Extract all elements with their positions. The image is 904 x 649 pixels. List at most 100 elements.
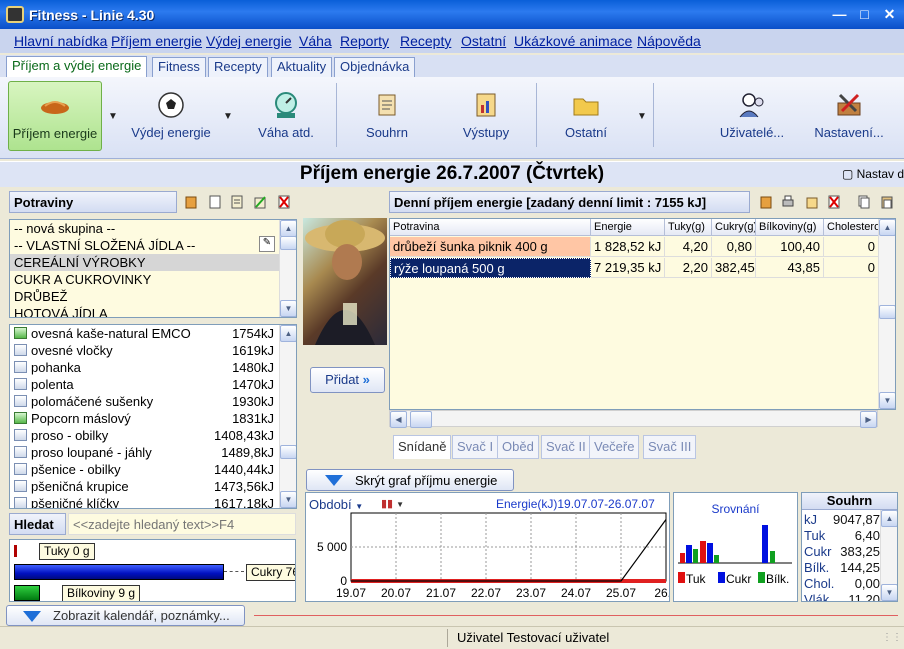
list-item[interactable]: polomáčené sušenky 1930kJ xyxy=(10,393,296,410)
edit-food-icon[interactable] xyxy=(254,195,266,209)
list-item[interactable]: polenta 1470kJ xyxy=(10,376,296,393)
scroll-down-icon[interactable]: ▼ xyxy=(280,491,296,508)
list-item[interactable]: proso loupané - jáhly 1489,8kJ xyxy=(10,444,296,461)
table-cell[interactable]: 100,40 xyxy=(756,237,824,257)
table-cell[interactable]: 4,20 xyxy=(665,237,712,257)
tab-svac-2[interactable]: Svač II xyxy=(541,435,591,459)
add-food-icon[interactable] xyxy=(185,195,197,209)
scroll-up-icon[interactable]: ▲ xyxy=(879,219,895,236)
food-list[interactable]: ovesná kaše-natural EMCO 1754kJ ovesné vl… xyxy=(9,324,297,509)
add-entry-icon[interactable] xyxy=(760,195,772,209)
table-hscrollbar[interactable]: ◀ ▶ xyxy=(389,410,878,428)
tab-aktuality[interactable]: Aktuality xyxy=(271,57,333,77)
list-item[interactable]: pšenice - obilky 1440,44kJ xyxy=(10,461,296,478)
delete-entry-icon[interactable] xyxy=(828,195,840,209)
menu-prijem-energie[interactable]: Příjem energie xyxy=(111,33,202,49)
delete-food-icon[interactable] xyxy=(278,195,290,209)
uzivatele-button[interactable]: Uživatelé... xyxy=(712,81,792,151)
copy-food-icon[interactable] xyxy=(231,195,243,209)
print-icon[interactable] xyxy=(782,195,794,209)
maximize-icon[interactable]: □ xyxy=(854,5,875,24)
tab-snidane[interactable]: Snídaně xyxy=(393,435,452,459)
food-group-list[interactable]: -- nová skupina -- -- VLASTNÍ SLOŽENÁ JÍ… xyxy=(9,219,297,318)
list-item[interactable]: HOTOVÁ JÍDLA xyxy=(10,305,296,317)
col-cholesterol[interactable]: Cholestero xyxy=(824,219,879,236)
table-scrollbar[interactable]: ▲ ▼ xyxy=(878,219,895,409)
vystupy-button[interactable]: Výstupy xyxy=(446,81,526,151)
tab-obed[interactable]: Oběd xyxy=(497,435,539,459)
scroll-thumb[interactable] xyxy=(410,411,432,428)
list-item[interactable]: CEREÁLNÍ VÝROBKY xyxy=(10,254,296,271)
show-calendar-button[interactable]: Zobrazit kalendář, poznámky... xyxy=(6,605,245,626)
tab-objednavka[interactable]: Objednávka xyxy=(334,57,416,77)
menu-hlavni-nabidka[interactable]: Hlavní nabídka xyxy=(14,33,107,49)
menu-vydej-energie[interactable]: Výdej energie xyxy=(206,33,292,49)
scroll-up-icon[interactable]: ▲ xyxy=(881,510,897,527)
tab-fitness[interactable]: Fitness xyxy=(152,57,206,77)
resize-grip-icon[interactable]: ⋮⋮ xyxy=(882,632,902,643)
ostatni-dropdown-icon[interactable]: ▼ xyxy=(637,111,647,122)
group-scrollbar[interactable]: ▲ ▼ xyxy=(279,220,296,317)
scroll-down-icon[interactable]: ▼ xyxy=(879,392,895,409)
summary-scrollbar[interactable]: ▲ ▼ xyxy=(880,510,897,601)
list-item[interactable]: ovesná kaše-natural EMCO 1754kJ xyxy=(10,325,296,342)
tab-prijem-vydej[interactable]: Příjem a výdej energie xyxy=(6,56,148,77)
table-cell[interactable]: 43,85 xyxy=(756,258,824,278)
table-cell[interactable]: 0 xyxy=(824,237,879,257)
table-cell[interactable]: 2,20 xyxy=(665,258,712,278)
scroll-thumb[interactable] xyxy=(280,236,296,250)
search-input[interactable] xyxy=(68,513,296,535)
souhrn-button[interactable]: Souhrn xyxy=(350,81,424,151)
scroll-down-icon[interactable]: ▼ xyxy=(280,300,296,317)
vaha-button[interactable]: Váha atd. xyxy=(246,81,326,151)
paste-entry-icon[interactable] xyxy=(881,195,893,209)
list-item[interactable]: ovesné vločky 1619kJ xyxy=(10,342,296,359)
scroll-left-icon[interactable]: ◀ xyxy=(390,411,407,428)
col-tuky[interactable]: Tuky(g) xyxy=(665,219,712,236)
scroll-thumb[interactable] xyxy=(879,305,895,319)
list-item[interactable]: Popcorn máslový 1831kJ xyxy=(10,410,296,427)
food-scrollbar[interactable]: ▲ ▼ xyxy=(279,325,296,508)
vydej-energie-button[interactable]: Výdej energie xyxy=(124,81,218,151)
prijem-energie-button[interactable]: Příjem energie xyxy=(8,81,102,151)
tab-svac-3[interactable]: Svač III xyxy=(643,435,697,459)
table-cell-selected[interactable]: rýže loupaná 500 g xyxy=(390,258,591,278)
nastav-button[interactable]: ▢ Nastav d xyxy=(842,167,904,181)
col-bilkoviny[interactable]: Bílkoviny(g) xyxy=(756,219,824,236)
table-cell[interactable]: 1 828,52 kJ xyxy=(591,237,665,257)
scroll-right-icon[interactable]: ▶ xyxy=(860,411,877,428)
menu-napoveda[interactable]: Nápověda xyxy=(637,33,701,49)
list-item[interactable]: -- nová skupina -- xyxy=(10,220,296,237)
table-cell[interactable]: 382,45 xyxy=(712,258,756,278)
menu-ostatni[interactable]: Ostatní xyxy=(461,33,506,49)
vydej-dropdown-icon[interactable]: ▼ xyxy=(223,111,233,122)
tab-vecere[interactable]: Večeře xyxy=(589,435,640,459)
scroll-thumb[interactable] xyxy=(280,445,296,459)
col-energie[interactable]: Energie xyxy=(591,219,665,236)
table-cell[interactable]: 0 xyxy=(824,258,879,278)
list-item[interactable]: DRŮBEŽ xyxy=(10,288,296,305)
edit-group-icon[interactable]: ✎ xyxy=(259,236,275,252)
table-cell[interactable]: 7 219,35 kJ xyxy=(591,258,665,278)
table-cell[interactable]: drůbeží šunka piknik 400 g xyxy=(390,237,591,257)
new-food-icon[interactable] xyxy=(209,195,221,209)
menu-recepty[interactable]: Recepty xyxy=(400,33,451,49)
scroll-down-icon[interactable]: ▼ xyxy=(881,584,897,601)
menu-reporty[interactable]: Reporty xyxy=(340,33,389,49)
list-item[interactable]: -- VLASTNÍ SLOŽENÁ JÍDLA -- xyxy=(10,237,296,254)
ostatni-button[interactable]: Ostatní xyxy=(550,81,622,151)
list-item[interactable]: proso - obilky 1408,43kJ xyxy=(10,427,296,444)
list-item[interactable]: pohanka 1480kJ xyxy=(10,359,296,376)
minimize-icon[interactable]: — xyxy=(829,5,850,24)
list-item[interactable]: pšeničná krupice 1473,56kJ xyxy=(10,478,296,495)
menu-vaha[interactable]: Váha xyxy=(299,33,332,49)
prijem-dropdown-icon[interactable]: ▼ xyxy=(108,111,118,122)
nastaveni-button[interactable]: Nastavení... xyxy=(808,81,890,151)
copy-entry-icon[interactable] xyxy=(858,195,870,209)
scroll-up-icon[interactable]: ▲ xyxy=(280,325,296,342)
menu-ukazkove-animace[interactable]: Ukázkové animace xyxy=(514,33,632,49)
export-icon[interactable] xyxy=(806,195,818,209)
add-button[interactable]: Přidat » xyxy=(310,367,385,393)
hide-graph-button[interactable]: Skrýt graf příjmu energie xyxy=(306,469,514,491)
close-icon[interactable]: ✕ xyxy=(879,5,900,24)
